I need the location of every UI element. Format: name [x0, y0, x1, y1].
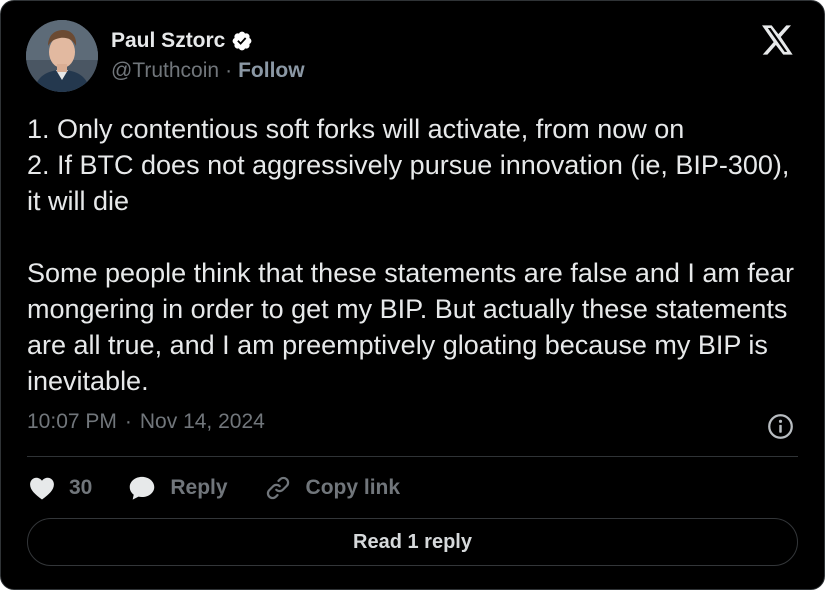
reply-button[interactable]: Reply [128, 475, 228, 501]
speech-bubble-icon [130, 476, 155, 500]
meta-separator: · [124, 410, 132, 433]
x-logo-icon[interactable] [762, 25, 794, 55]
copy-link-label: Copy link [305, 476, 401, 499]
tweet-timestamp[interactable]: 10:07 PM · Nov 14, 2024 [27, 410, 265, 434]
author-name[interactable]: Paul Sztorc [111, 29, 225, 53]
avatar-image [26, 20, 98, 92]
like-count: 30 [69, 476, 93, 499]
verified-badge-icon [232, 31, 252, 51]
read-replies-button[interactable]: Read 1 reply [27, 518, 798, 566]
tweet-time[interactable]: 10:07 PM [27, 410, 117, 434]
tweet-text: 1. Only contentious soft forks will acti… [27, 114, 794, 396]
heart-icon [30, 477, 54, 500]
action-bar: 30 Reply Copy link [29, 471, 436, 505]
author-handle[interactable]: @Truthcoin [111, 59, 219, 83]
author-avatar[interactable] [26, 20, 98, 92]
reply-label: Reply [170, 476, 228, 499]
like-button[interactable]: 30 [29, 476, 92, 500]
author-name-row: Paul Sztorc [111, 29, 253, 53]
tweet-card: Paul Sztorc @Truthcoin · Follow 1. Only … [0, 0, 825, 590]
link-icon [266, 476, 289, 500]
handle-separator: · [225, 59, 233, 82]
follow-button[interactable]: Follow [238, 59, 305, 83]
copy-link-button[interactable]: Copy link [264, 474, 401, 502]
author-handle-row: @Truthcoin · Follow [111, 59, 305, 83]
info-icon[interactable] [767, 413, 794, 440]
divider [27, 456, 798, 457]
tweet-date[interactable]: Nov 14, 2024 [140, 410, 265, 434]
